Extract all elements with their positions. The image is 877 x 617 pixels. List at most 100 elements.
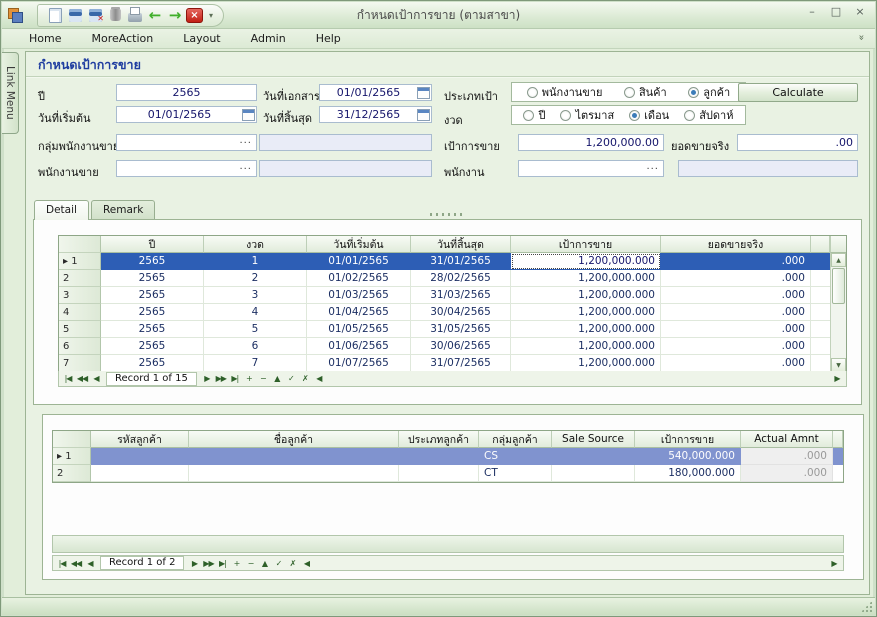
minimize-button[interactable]: – xyxy=(805,5,819,18)
cell[interactable]: 2565 xyxy=(101,270,204,287)
cell[interactable]: .000 xyxy=(661,270,811,287)
table-row[interactable]: 32565301/03/256531/03/25651,200,000.000.… xyxy=(59,287,830,304)
row-indicator[interactable]: 3 xyxy=(59,287,101,304)
prev-page-button[interactable]: ◀◀ xyxy=(69,559,83,568)
last-button[interactable]: ▶| xyxy=(215,559,229,568)
cell[interactable] xyxy=(399,448,479,465)
next-page-button[interactable]: ▶▶ xyxy=(201,559,215,568)
cell[interactable]: 31/01/2565 xyxy=(411,253,511,270)
radio-option[interactable]: ลูกค้า xyxy=(688,83,730,101)
column-header[interactable]: Sale Source xyxy=(552,431,635,448)
cell[interactable]: .000 xyxy=(661,321,811,338)
table-row[interactable]: 72565701/07/256531/07/25651,200,000.000.… xyxy=(59,355,830,372)
cell[interactable]: .000 xyxy=(661,338,811,355)
column-header[interactable]: วันที่สิ้นสุด xyxy=(411,236,511,253)
table-row[interactable]: 22565201/02/256528/02/25651,200,000.000.… xyxy=(59,270,830,287)
delete-button[interactable]: − xyxy=(256,374,270,383)
next-page-button[interactable]: ▶▶ xyxy=(214,374,228,383)
forward-icon[interactable]: → xyxy=(166,6,184,24)
menu-item-help[interactable]: Help xyxy=(301,30,356,47)
resize-grip-icon[interactable] xyxy=(861,601,872,612)
edit-button[interactable]: ▲ xyxy=(257,559,271,568)
cell[interactable]: .000 xyxy=(661,355,811,372)
delete-button[interactable]: − xyxy=(243,559,257,568)
cell[interactable]: 1,200,000.000 xyxy=(511,304,661,321)
cell[interactable]: 31/07/2565 xyxy=(411,355,511,372)
cell[interactable]: 01/01/2565 xyxy=(307,253,411,270)
cell[interactable]: 180,000.000 xyxy=(635,465,741,482)
calendar-icon[interactable] xyxy=(417,109,430,121)
cell[interactable]: 1,200,000.000 xyxy=(511,321,661,338)
table-row[interactable]: 2CT180,000.000.000 xyxy=(53,465,843,482)
cell[interactable] xyxy=(189,448,399,465)
column-header[interactable]: ปี xyxy=(101,236,204,253)
exit-icon[interactable]: × xyxy=(186,8,203,23)
calendar-icon[interactable] xyxy=(417,87,430,99)
end-date-input[interactable] xyxy=(320,107,417,122)
edit-button[interactable]: ▲ xyxy=(270,374,284,383)
cell[interactable]: 6 xyxy=(204,338,307,355)
cell[interactable] xyxy=(189,465,399,482)
start-date-field[interactable] xyxy=(116,106,257,123)
column-header[interactable]: Actual Amnt xyxy=(741,431,833,448)
sales-target-input[interactable] xyxy=(519,135,663,150)
row-indicator[interactable]: 2 xyxy=(59,270,101,287)
cell[interactable]: 5 xyxy=(204,321,307,338)
year-field[interactable] xyxy=(116,84,257,101)
radio-option[interactable]: สัปดาห์ xyxy=(684,106,733,124)
app-icon[interactable] xyxy=(8,8,23,23)
hscroll-right-icon[interactable]: ▶ xyxy=(827,559,841,568)
hscroll-right-icon[interactable]: ▶ xyxy=(830,374,844,383)
prev-button[interactable]: ◀ xyxy=(83,559,97,568)
toolbar-overflow-icon[interactable]: ▾ xyxy=(209,11,213,20)
cell[interactable]: 01/06/2565 xyxy=(307,338,411,355)
column-header[interactable]: ประเภทลูกค้า xyxy=(399,431,479,448)
column-header[interactable]: กลุ่มลูกค้า xyxy=(479,431,552,448)
cell[interactable]: 01/05/2565 xyxy=(307,321,411,338)
row-indicator[interactable]: 6 xyxy=(59,338,101,355)
cell[interactable]: 2565 xyxy=(101,304,204,321)
row-indicator[interactable]: 2 xyxy=(53,465,91,482)
cell[interactable] xyxy=(91,465,189,482)
column-header[interactable]: ยอดขายจริง xyxy=(661,236,811,253)
table-row[interactable]: 42565401/04/256530/04/25651,200,000.000.… xyxy=(59,304,830,321)
cell[interactable]: 01/02/2565 xyxy=(307,270,411,287)
row-indicator[interactable]: ▸ 1 xyxy=(53,448,91,465)
end-edit-button[interactable]: ✓ xyxy=(284,374,298,383)
vertical-scrollbar[interactable]: ▲▼ xyxy=(830,236,846,372)
cell[interactable]: 30/04/2565 xyxy=(411,304,511,321)
cancel-edit-button[interactable]: ✗ xyxy=(285,559,299,568)
radio-option[interactable]: เดือน xyxy=(629,106,669,124)
cell[interactable]: 31/05/2565 xyxy=(411,321,511,338)
calendar-icon[interactable] xyxy=(242,109,255,121)
column-header[interactable]: เป้าการขาย xyxy=(635,431,741,448)
table-row[interactable]: ▸ 12565101/01/256531/01/25651,200,000.00… xyxy=(59,253,830,270)
cell[interactable]: CS xyxy=(479,448,552,465)
sales-target-field[interactable] xyxy=(518,134,664,151)
cell[interactable]: 7 xyxy=(204,355,307,372)
cell[interactable]: .000 xyxy=(661,304,811,321)
prev-page-button[interactable]: ◀◀ xyxy=(75,374,89,383)
cell[interactable]: 540,000.000 xyxy=(635,448,741,465)
cell[interactable] xyxy=(91,448,189,465)
radio-option[interactable]: ปี xyxy=(523,106,545,124)
cell[interactable]: 2565 xyxy=(101,287,204,304)
column-header[interactable]: รหัสลูกค้า xyxy=(91,431,189,448)
sales-group-field[interactable]: ... xyxy=(116,134,257,151)
end-edit-button[interactable]: ✓ xyxy=(271,559,285,568)
next-button[interactable]: ▶ xyxy=(200,374,214,383)
cell[interactable]: 1,200,000.000 xyxy=(511,253,661,270)
menu-collapse-icon[interactable]: » xyxy=(855,34,866,40)
year-input[interactable] xyxy=(117,85,256,100)
hscroll-left-icon[interactable]: ◀ xyxy=(312,374,326,383)
employee-field[interactable]: ... xyxy=(518,160,664,177)
splitter-handle[interactable] xyxy=(430,213,466,216)
menu-item-home[interactable]: Home xyxy=(14,30,76,47)
save-close-icon[interactable] xyxy=(86,6,104,24)
cell[interactable]: 2565 xyxy=(101,355,204,372)
append-button[interactable]: + xyxy=(242,374,256,383)
cell[interactable]: .000 xyxy=(741,465,833,482)
cell[interactable]: 31/03/2565 xyxy=(411,287,511,304)
start-date-input[interactable] xyxy=(117,107,242,122)
title-bar[interactable]: ←→×▾ กำหนดเป้าการขาย (ตามสาขา) –□× xyxy=(2,2,875,29)
